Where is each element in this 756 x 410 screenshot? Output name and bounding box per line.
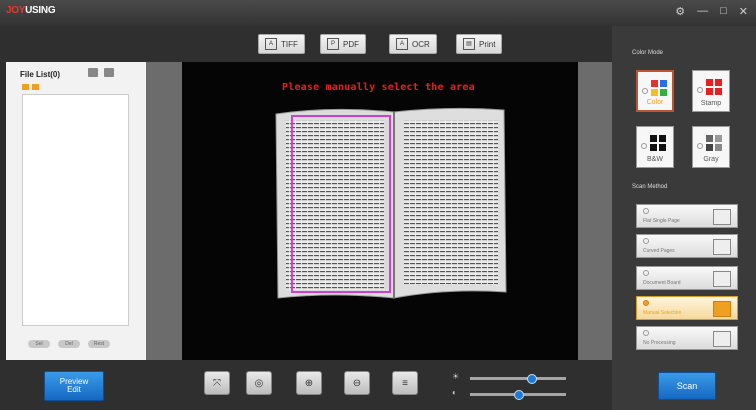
radio-icon — [643, 238, 649, 244]
window-controls: ⚙ — □ ✕ — [675, 5, 748, 18]
preview-gutter-right — [578, 62, 612, 360]
scanned-book-image — [275, 107, 507, 299]
image-icon[interactable] — [104, 68, 114, 77]
no-processing-icon — [713, 331, 731, 347]
bw-grid-icon — [650, 135, 666, 151]
color-mode-color[interactable]: Color — [636, 70, 674, 112]
brightness-icon: ☀ — [452, 372, 460, 381]
tiff-icon: A — [265, 38, 277, 50]
contrast-slider-knob[interactable] — [514, 390, 524, 400]
print-button[interactable]: ▤ Print — [456, 34, 503, 54]
ocr-button[interactable]: A OCR — [389, 34, 437, 54]
color-mode-title: Color Mode — [632, 50, 664, 56]
brightness-slider[interactable] — [470, 374, 566, 384]
radio-icon — [643, 330, 649, 336]
radio-icon — [643, 270, 649, 276]
top-toolbar: A TIFF P PDF A OCR ▤ Print — [0, 26, 612, 62]
color-grid-icon — [651, 80, 667, 96]
file-list-title: File List(0) — [20, 70, 61, 79]
flat-page-icon — [713, 209, 731, 225]
color-mode-stamp[interactable]: Stamp — [692, 70, 730, 112]
preview-gutter-left — [146, 62, 182, 360]
zoom-out-icon[interactable]: ⊖ — [344, 371, 370, 395]
radio-icon — [697, 143, 703, 149]
pdf-icon: P — [327, 38, 339, 50]
file-list-footer: Sel Del Rest — [28, 340, 110, 348]
fit-screen-icon[interactable]: ⤧ — [204, 371, 230, 395]
scan-method-title: Scan Method — [632, 184, 668, 190]
radio-icon — [697, 87, 703, 93]
delete-button[interactable]: Del — [58, 340, 80, 348]
reset-button[interactable]: Rest — [88, 340, 110, 348]
select-all-checkbox[interactable] — [22, 84, 29, 90]
scan-method-curved[interactable]: Curved Pages — [636, 234, 738, 258]
file-list-filters — [22, 84, 39, 90]
scan-method-board[interactable]: Document Board — [636, 266, 738, 290]
file-list-panel: File List(0) Sel Del Rest — [6, 62, 147, 360]
scan-method-manual[interactable]: Manual Selection — [636, 296, 738, 320]
folder-icon[interactable] — [88, 68, 98, 77]
gray-grid-icon — [706, 135, 722, 151]
bottom-toolbar: Preview Edit ⤧ ◎ ⊕ ⊖ ≡ ☀ ◐ — [0, 360, 612, 410]
radio-icon — [642, 88, 648, 94]
scan-button[interactable]: Scan — [658, 372, 716, 400]
zoom-in-icon[interactable]: ⊕ — [296, 371, 322, 395]
color-mode-bw[interactable]: B&W — [636, 126, 674, 168]
sort-icon[interactable] — [32, 84, 39, 90]
file-list[interactable] — [22, 94, 129, 326]
multi-doc-icon — [713, 271, 731, 287]
settings-icon[interactable]: ⚙ — [675, 5, 685, 18]
pdf-button[interactable]: P PDF — [320, 34, 366, 54]
contrast-slider[interactable] — [470, 390, 566, 400]
brightness-slider-knob[interactable] — [527, 374, 538, 384]
maximize-icon[interactable]: □ — [720, 5, 727, 18]
tiff-button[interactable]: A TIFF — [258, 34, 305, 54]
color-mode-gray[interactable]: Gray — [692, 126, 730, 168]
radio-icon — [643, 208, 649, 214]
select-button[interactable]: Sel — [28, 340, 50, 348]
open-book-icon — [713, 239, 731, 255]
radio-icon — [641, 143, 647, 149]
stamp-grid-icon — [706, 79, 722, 95]
scan-method-none[interactable]: No Processing — [636, 326, 738, 350]
manual-crop-icon — [713, 301, 731, 317]
file-list-actions — [88, 68, 114, 77]
app-logo: JOYUSING — [6, 5, 56, 16]
contrast-icon: ◐ — [452, 388, 457, 397]
radio-selected-icon — [643, 300, 649, 306]
ocr-icon: A — [396, 38, 408, 50]
preview-edit-button[interactable]: Preview Edit — [44, 371, 104, 401]
preview-area[interactable]: Please manually select the area — [182, 62, 578, 360]
printer-icon: ▤ — [463, 38, 475, 50]
settings-panel: Color Mode Color Stamp B&W Gray Scan Met… — [612, 26, 756, 410]
actual-size-icon[interactable]: ◎ — [246, 371, 272, 395]
scan-method-flat[interactable]: Flat Single Page — [636, 204, 738, 228]
close-icon[interactable]: ✕ — [739, 5, 748, 18]
settings-sliders-icon[interactable]: ≡ — [392, 371, 418, 395]
minimize-icon[interactable]: — — [697, 5, 708, 18]
title-bar: JOYUSING ⚙ — □ ✕ — [0, 0, 756, 26]
